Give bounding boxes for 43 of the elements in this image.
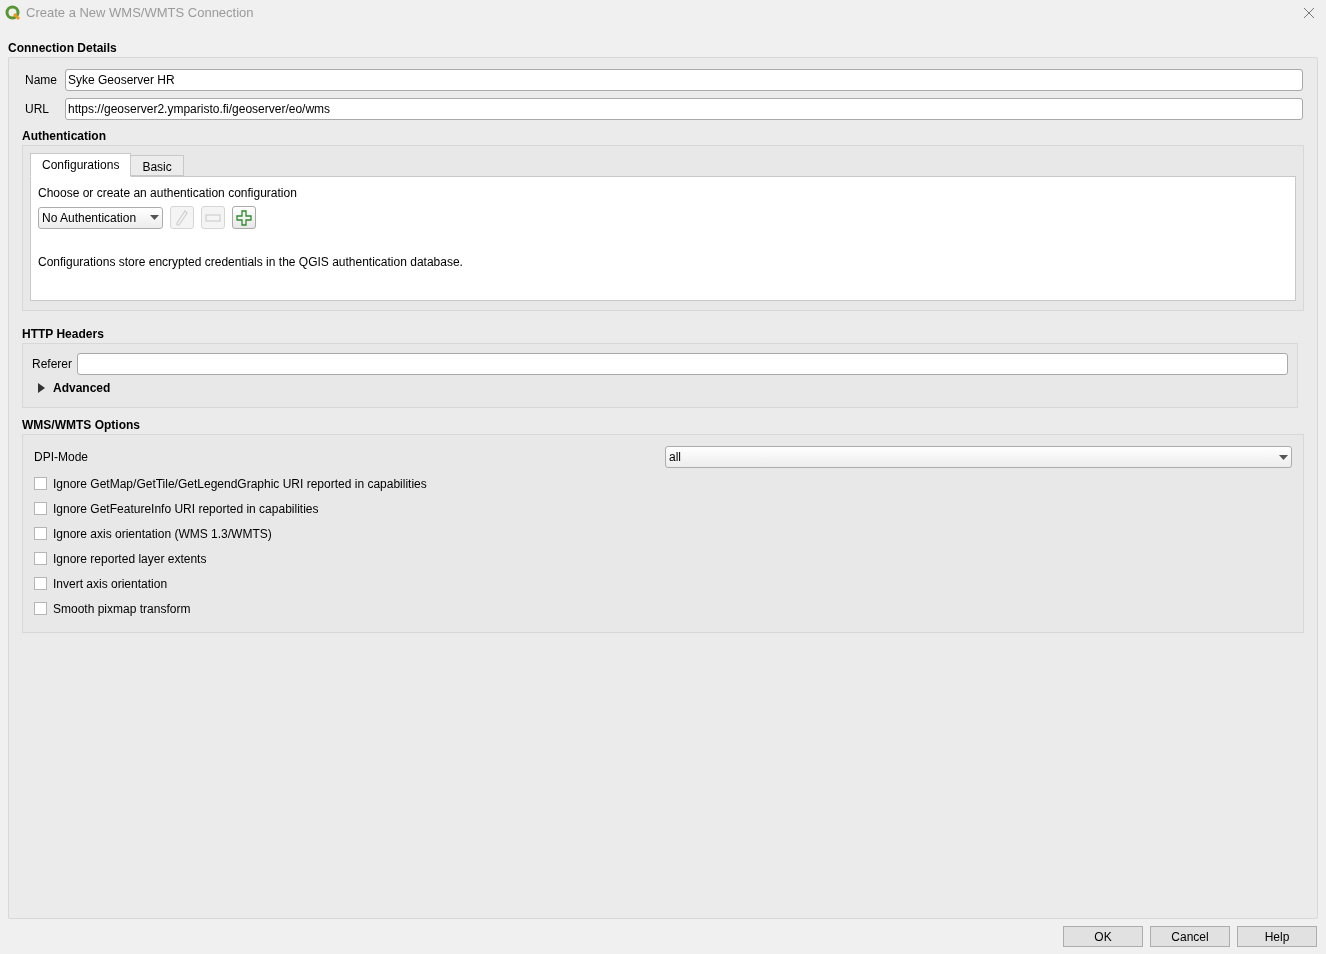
section-heading: WMS/WMTS Options	[22, 417, 141, 434]
dialog-button[interactable]: Help	[1237, 926, 1317, 947]
checkbox-label: Ignore reported layer extents	[53, 550, 207, 568]
checkbox[interactable]	[34, 602, 47, 615]
minus-icon	[205, 213, 221, 222]
referer-field[interactable]	[77, 353, 1288, 375]
section-heading: HTTP Headers	[22, 326, 105, 343]
checkbox-label: Ignore GetMap/GetTile/GetLegendGraphic URI reported in capabilities	[53, 475, 427, 493]
dialog-button[interactable]: OK	[1063, 926, 1143, 947]
pencil-icon	[176, 209, 188, 226]
checkbox[interactable]	[34, 577, 47, 590]
checkbox-label: Ignore axis orientation (WMS 1.3/WMTS)	[53, 525, 272, 543]
plus-icon	[236, 209, 252, 226]
tab[interactable]: Configurations	[30, 153, 132, 177]
field-label: Name	[25, 72, 58, 89]
section-heading: Authentication	[22, 128, 107, 145]
checkbox-label: Smooth pixmap transform	[53, 600, 191, 618]
advanced-toggle[interactable]: Advanced	[32, 377, 111, 399]
window-title: Create a New WMS/WMTS Connection	[26, 4, 254, 23]
caret-icon	[150, 215, 159, 220]
checkbox[interactable]	[34, 527, 47, 540]
checkbox[interactable]	[34, 552, 47, 565]
text-field[interactable]: Syke Geoserver HR	[65, 69, 1303, 91]
info-text: Configurations store encrypted credentials in the QGIS authentication database.	[38, 254, 464, 271]
tab[interactable]: Basic	[131, 155, 184, 176]
app-logo-icon	[5, 5, 21, 21]
prompt-text: Choose or create an authentication configuration	[38, 185, 298, 202]
checkbox-label: Invert axis orientation	[53, 575, 168, 593]
expander-icon	[37, 383, 45, 393]
caret-icon	[1279, 454, 1288, 460]
tool-button[interactable]	[232, 206, 256, 229]
checkbox[interactable]	[34, 502, 47, 515]
field-label: URL	[25, 101, 50, 118]
checkbox-label: Ignore GetFeatureInfo URI reported in capabilities	[53, 500, 319, 518]
section-heading: Connection Details	[8, 40, 118, 57]
dialog-button[interactable]: Cancel	[1150, 926, 1230, 947]
text-field[interactable]: https://geoserver2.ymparisto.fi/geoserver/eo/wms	[65, 98, 1303, 120]
field-label: DPI-Mode	[34, 449, 90, 466]
checkbox[interactable]	[34, 477, 47, 490]
dpi-mode-dropdown[interactable]: all	[665, 446, 1292, 468]
auth-config-dropdown[interactable]: No Authentication	[38, 206, 163, 229]
field-label: Referer	[32, 356, 73, 373]
close-icon	[1303, 7, 1315, 19]
